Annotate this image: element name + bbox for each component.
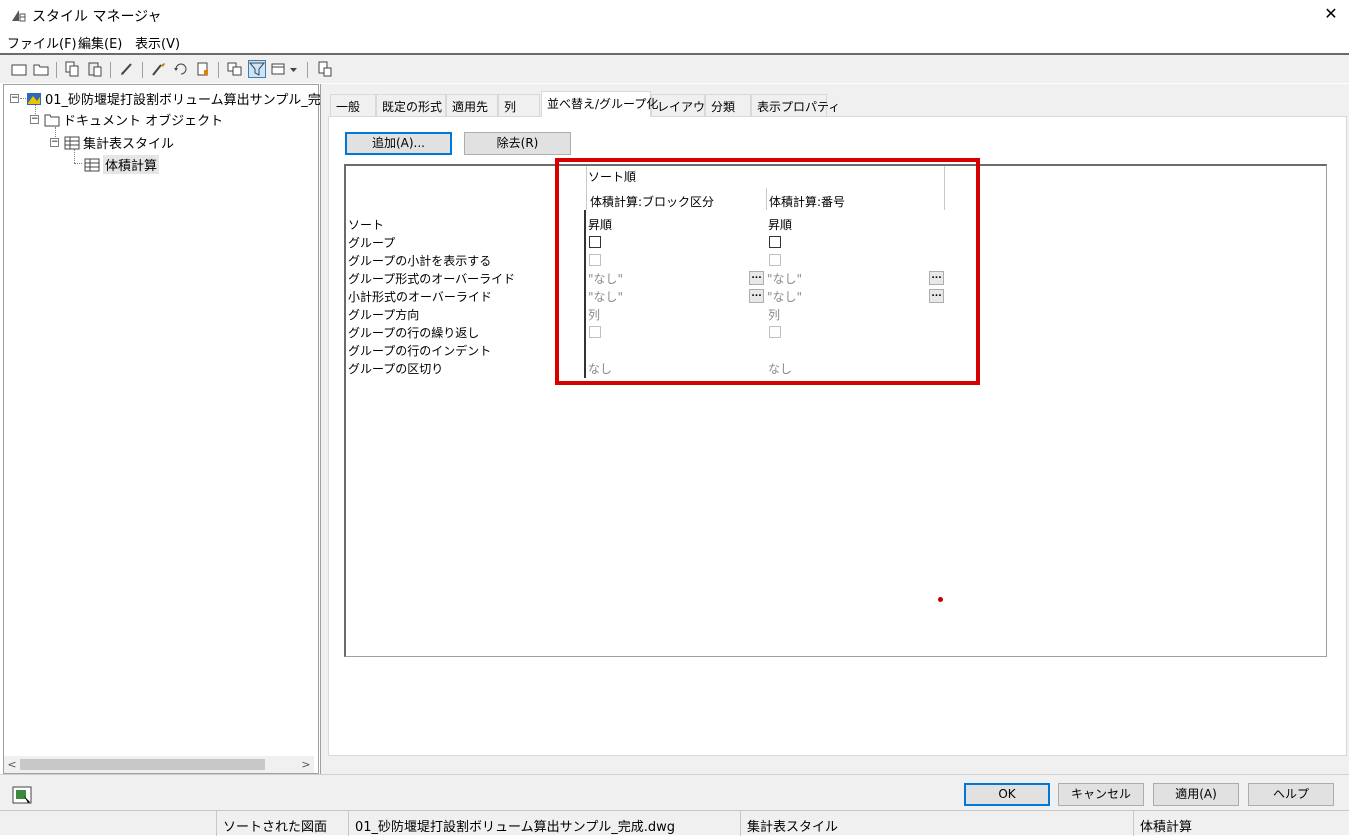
status-sorted-drawing: ソートされた図面: [216, 811, 348, 836]
tab-columns[interactable]: 列: [498, 94, 540, 116]
menu-bar: ファイル(F) 編集(E) 表示(V): [0, 30, 1349, 52]
tree-node-drawing[interactable]: 01_砂防堰堤打設割ボリューム算出サンプル_完: [26, 89, 321, 108]
apply-button[interactable]: 適用(A): [1153, 783, 1239, 806]
collapse-root-icon[interactable]: −: [10, 94, 19, 103]
purge-icon[interactable]: [118, 60, 136, 78]
copy-icon[interactable]: [63, 60, 81, 78]
collapse-docobjects-icon[interactable]: −: [30, 115, 39, 124]
tab-sorting-grouping[interactable]: 並べ替え/グループ化: [541, 91, 658, 117]
row-label-sort: ソート: [348, 218, 385, 232]
menu-edit[interactable]: 編集(E): [78, 33, 122, 52]
status-drawing-file: 01_砂防堰堤打設割ボリューム算出サンプル_完成.dwg: [348, 811, 718, 836]
row-label-show-subtotal: グループの小計を表示する: [348, 254, 492, 268]
tree-node-document-objects[interactable]: ドキュメント オブジェクト: [44, 110, 223, 129]
ok-button[interactable]: OK: [964, 783, 1050, 806]
edit-style-icon[interactable]: [150, 60, 168, 78]
status-style-name: 体積計算: [1133, 811, 1333, 836]
table-icon: [64, 136, 80, 150]
style-tree: − 01_砂防堰堤打設割ボリューム算出サンプル_完 − ドキュメント オブジェク…: [3, 84, 321, 774]
set-from-icon[interactable]: [172, 60, 190, 78]
tab-applies-to[interactable]: 適用先: [446, 94, 498, 116]
row-label-group-row-repeat: グループの行の繰り返し: [348, 326, 480, 340]
row-label-group-format-override: グループ形式のオーバーライド: [348, 272, 516, 286]
select-components-icon[interactable]: [194, 60, 212, 78]
open-folder-icon[interactable]: [32, 60, 50, 78]
menu-view[interactable]: 表示(V): [135, 33, 180, 52]
tab-display-properties[interactable]: 表示プロパティ: [751, 94, 840, 116]
highlight-annotation-box: [555, 158, 980, 385]
toolbar: [0, 53, 1349, 83]
tree-horizontal-scrollbar[interactable]: < >: [4, 756, 314, 773]
row-label-group-separator: グループの区切り: [348, 362, 444, 376]
scroll-left-arrow[interactable]: <: [4, 756, 20, 773]
folder-icon: [44, 113, 60, 127]
collapse-schedule-style-icon[interactable]: −: [50, 138, 59, 147]
tab-classification[interactable]: 分類: [705, 94, 751, 116]
new-drawing-icon[interactable]: [10, 60, 28, 78]
style-manager-icon: [11, 8, 26, 22]
dialog-button-bar: OK キャンセル 適用(A) ヘルプ: [0, 774, 1349, 810]
add-button[interactable]: 追加(A)...: [345, 132, 452, 155]
drawing-status-icon[interactable]: [12, 786, 34, 809]
tab-general[interactable]: 一般: [330, 94, 376, 116]
close-button[interactable]: ✕: [1320, 2, 1342, 26]
menu-file[interactable]: ファイル(F): [7, 33, 77, 52]
tab-default-format[interactable]: 既定の形式: [376, 94, 446, 116]
help-button[interactable]: ヘルプ: [1248, 783, 1334, 806]
tree-node-schedule-style[interactable]: 集計表スタイル: [64, 133, 174, 152]
paste-icon[interactable]: [86, 60, 104, 78]
row-label-group: グループ: [348, 236, 396, 250]
annotation-dot: [938, 597, 943, 602]
cancel-button[interactable]: キャンセル: [1058, 783, 1144, 806]
row-label-group-direction: グループ方向: [348, 308, 420, 322]
scrollbar-thumb[interactable]: [20, 759, 265, 770]
view-options-icon[interactable]: [270, 60, 288, 78]
table-icon: [84, 158, 100, 172]
scroll-right-arrow[interactable]: >: [298, 756, 314, 773]
tree-node-volume-calc[interactable]: 体積計算: [84, 155, 160, 174]
tree-label-root: 01_砂防堰堤打設割ボリューム算出サンプル_完: [45, 93, 321, 108]
dropdown-arrow-icon[interactable]: [289, 60, 299, 78]
filter-icon[interactable]: [248, 60, 266, 78]
title-bar: スタイル マネージャ ✕: [0, 0, 1349, 30]
status-style-type: 集計表スタイル: [740, 811, 1133, 836]
toggle-view-icon[interactable]: [226, 60, 244, 78]
tree-label-volume-calc: 体積計算: [103, 155, 160, 174]
drawing-icon: [26, 91, 42, 107]
remove-button[interactable]: 除去(R): [464, 132, 571, 155]
window-title: スタイル マネージャ: [32, 9, 162, 25]
row-label-subtotal-format-override: 小計形式のオーバーライド: [348, 290, 492, 304]
tree-label-schedule-style: 集計表スタイル: [83, 137, 175, 152]
tab-layout[interactable]: レイアウト: [651, 94, 717, 116]
row-label-group-row-indent: グループの行のインデント: [348, 344, 492, 358]
help-context-icon[interactable]: [316, 60, 334, 78]
tree-label-document-objects: ドキュメント オブジェクト: [63, 114, 224, 129]
status-bar: ソートされた図面 01_砂防堰堤打設割ボリューム算出サンプル_完成.dwg 集計…: [0, 810, 1349, 836]
